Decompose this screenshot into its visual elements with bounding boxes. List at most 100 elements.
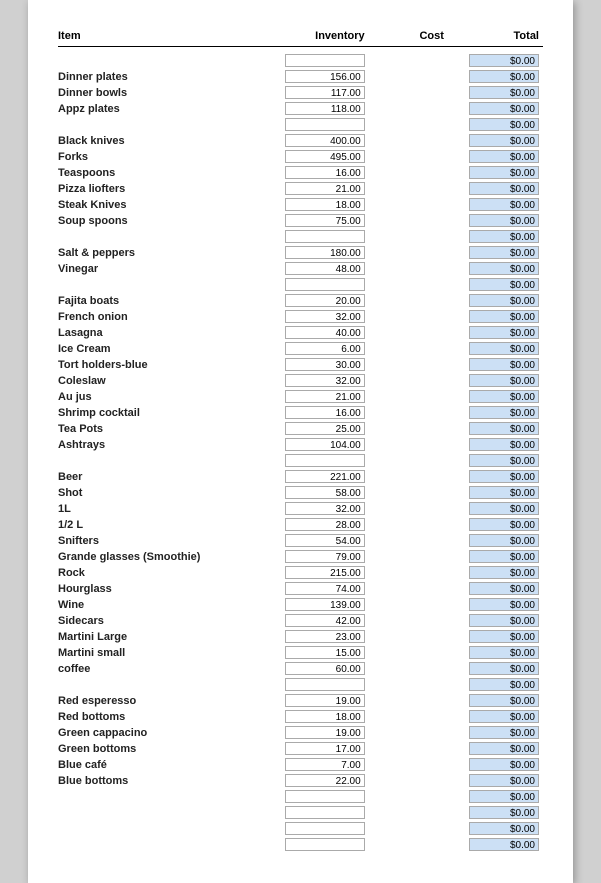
cell-inventory-wrapper: 42.00 [256, 614, 375, 627]
inventory-input[interactable]: 74.00 [285, 582, 365, 595]
cell-inventory-wrapper: 400.00 [256, 134, 375, 147]
inventory-input[interactable]: 42.00 [285, 614, 365, 627]
cell-total-wrapper: $0.00 [454, 86, 543, 99]
cell-total-wrapper: $0.00 [454, 502, 543, 515]
total-value: $0.00 [469, 342, 539, 355]
table-row: Salt & peppers180.00$0.00 [58, 245, 543, 260]
inventory-input[interactable] [285, 790, 365, 803]
inventory-input[interactable] [285, 230, 365, 243]
table-row: Martini small15.00$0.00 [58, 645, 543, 660]
cell-item: Grande glasses (Smoothie) [58, 551, 256, 563]
total-value: $0.00 [469, 358, 539, 371]
table-row: Tort holders-blue30.00$0.00 [58, 357, 543, 372]
inventory-input[interactable]: 21.00 [285, 182, 365, 195]
inventory-input[interactable]: 18.00 [285, 198, 365, 211]
inventory-input[interactable]: 215.00 [285, 566, 365, 579]
inventory-input[interactable]: 16.00 [285, 406, 365, 419]
inventory-input[interactable]: 180.00 [285, 246, 365, 259]
cell-total-wrapper: $0.00 [454, 822, 543, 835]
inventory-input[interactable]: 117.00 [285, 86, 365, 99]
table-row: Ice Cream6.00$0.00 [58, 341, 543, 356]
inventory-input[interactable]: 495.00 [285, 150, 365, 163]
inventory-input[interactable]: 32.00 [285, 374, 365, 387]
cell-inventory-wrapper: 180.00 [256, 246, 375, 259]
inventory-input[interactable]: 22.00 [285, 774, 365, 787]
inventory-input[interactable]: 139.00 [285, 598, 365, 611]
inventory-input[interactable]: 23.00 [285, 630, 365, 643]
inventory-input[interactable]: 156.00 [285, 70, 365, 83]
cell-item: Red bottoms [58, 711, 256, 723]
cell-inventory-wrapper [256, 230, 375, 243]
cell-inventory-wrapper [256, 822, 375, 835]
cell-inventory-wrapper: 18.00 [256, 198, 375, 211]
inventory-input[interactable]: 17.00 [285, 742, 365, 755]
inventory-input[interactable] [285, 678, 365, 691]
inventory-input[interactable]: 79.00 [285, 550, 365, 563]
inventory-input[interactable] [285, 806, 365, 819]
cell-inventory-wrapper: 15.00 [256, 646, 375, 659]
cell-inventory-wrapper: 21.00 [256, 182, 375, 195]
inventory-input[interactable] [285, 278, 365, 291]
inventory-input[interactable] [285, 838, 365, 851]
table-body: $0.00Dinner plates156.00$0.00Dinner bowl… [58, 53, 543, 852]
inventory-input[interactable]: 18.00 [285, 710, 365, 723]
total-value: $0.00 [469, 486, 539, 499]
cell-inventory-wrapper: 60.00 [256, 662, 375, 675]
inventory-input[interactable]: 32.00 [285, 310, 365, 323]
cell-total-wrapper: $0.00 [454, 550, 543, 563]
inventory-input[interactable]: 19.00 [285, 726, 365, 739]
table-row: Vinegar48.00$0.00 [58, 261, 543, 276]
inventory-input[interactable]: 30.00 [285, 358, 365, 371]
inventory-input[interactable]: 15.00 [285, 646, 365, 659]
cell-total-wrapper: $0.00 [454, 454, 543, 467]
table-row: $0.00 [58, 453, 543, 468]
table-row: coffee60.00$0.00 [58, 661, 543, 676]
inventory-input[interactable]: 40.00 [285, 326, 365, 339]
table-row: Green bottoms17.00$0.00 [58, 741, 543, 756]
cell-total-wrapper: $0.00 [454, 134, 543, 147]
inventory-input[interactable]: 54.00 [285, 534, 365, 547]
table-row: $0.00 [58, 277, 543, 292]
inventory-input[interactable]: 19.00 [285, 694, 365, 707]
inventory-input[interactable] [285, 54, 365, 67]
inventory-input[interactable]: 6.00 [285, 342, 365, 355]
cell-item: Hourglass [58, 583, 256, 595]
inventory-input[interactable]: 32.00 [285, 502, 365, 515]
cell-total-wrapper: $0.00 [454, 646, 543, 659]
inventory-input[interactable]: 221.00 [285, 470, 365, 483]
inventory-input[interactable]: 58.00 [285, 486, 365, 499]
cell-inventory-wrapper [256, 454, 375, 467]
cell-item: Wine [58, 599, 256, 611]
cell-inventory-wrapper [256, 54, 375, 67]
total-value: $0.00 [469, 598, 539, 611]
total-value: $0.00 [469, 582, 539, 595]
inventory-input[interactable]: 400.00 [285, 134, 365, 147]
spreadsheet-page: Item Inventory Cost Total $0.00Dinner pl… [28, 0, 573, 883]
inventory-input[interactable]: 75.00 [285, 214, 365, 227]
cell-item: 1L [58, 503, 256, 515]
inventory-input[interactable]: 60.00 [285, 662, 365, 675]
inventory-input[interactable] [285, 454, 365, 467]
inventory-input[interactable]: 7.00 [285, 758, 365, 771]
inventory-input[interactable]: 118.00 [285, 102, 365, 115]
cell-inventory-wrapper: 118.00 [256, 102, 375, 115]
inventory-input[interactable]: 48.00 [285, 262, 365, 275]
total-value: $0.00 [469, 454, 539, 467]
cell-inventory-wrapper: 19.00 [256, 694, 375, 707]
inventory-input[interactable]: 25.00 [285, 422, 365, 435]
inventory-input[interactable]: 16.00 [285, 166, 365, 179]
table-row: Rock215.00$0.00 [58, 565, 543, 580]
inventory-input[interactable]: 28.00 [285, 518, 365, 531]
inventory-input[interactable] [285, 822, 365, 835]
total-value: $0.00 [469, 246, 539, 259]
cell-total-wrapper: $0.00 [454, 326, 543, 339]
inventory-input[interactable]: 104.00 [285, 438, 365, 451]
inventory-input[interactable] [285, 118, 365, 131]
inventory-input[interactable]: 20.00 [285, 294, 365, 307]
total-value: $0.00 [469, 294, 539, 307]
table-row: Pizza liofters21.00$0.00 [58, 181, 543, 196]
cell-inventory-wrapper: 30.00 [256, 358, 375, 371]
inventory-input[interactable]: 21.00 [285, 390, 365, 403]
total-value: $0.00 [469, 726, 539, 739]
cell-total-wrapper: $0.00 [454, 662, 543, 675]
